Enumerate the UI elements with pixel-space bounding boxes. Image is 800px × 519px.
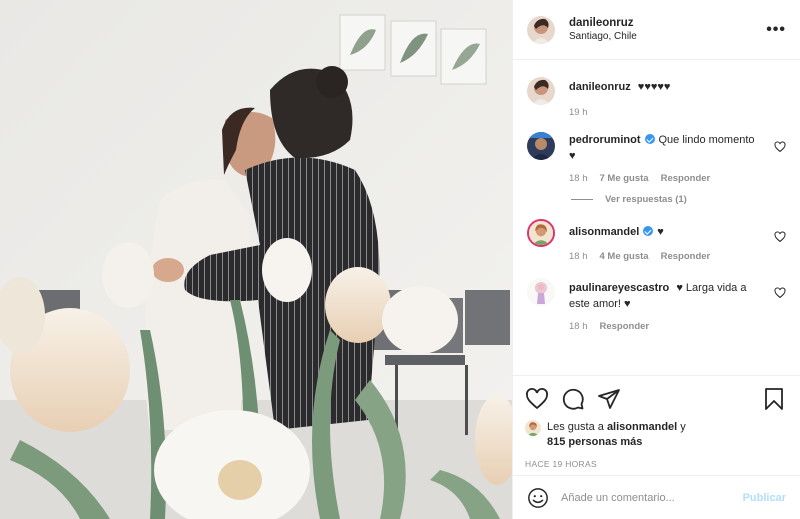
caption-time[interactable]: 19 h bbox=[569, 107, 588, 118]
heart-icon[interactable] bbox=[774, 287, 786, 299]
comment-item: alisonmandel ♥ 18 h 4 Me gusta Responder bbox=[527, 219, 786, 262]
likes-summary: Les gusta a alisonmandel y 815 personas … bbox=[525, 420, 786, 450]
instagram-post: danileonruz Santiago, Chile ••• danileon… bbox=[0, 0, 800, 519]
post-author-username[interactable]: danileonruz bbox=[569, 17, 766, 29]
likes-joiner: y bbox=[680, 421, 686, 433]
comment-likes[interactable]: 4 Me gusta bbox=[600, 251, 649, 262]
emoji-icon[interactable] bbox=[527, 487, 549, 509]
avatar[interactable] bbox=[527, 132, 555, 160]
post-location[interactable]: Santiago, Chile bbox=[569, 31, 766, 42]
add-comment-bar: Publicar bbox=[513, 475, 800, 519]
verified-icon bbox=[644, 134, 655, 144]
post-timestamp[interactable]: HACE 19 HORAS bbox=[525, 459, 786, 469]
comment-item: paulinareyescastro ♥ Larga vida a este a… bbox=[527, 278, 786, 332]
bookmark-icon[interactable] bbox=[762, 387, 786, 411]
comment-item: pedroruminot Que lindo momento ♥ 18 h 7 M… bbox=[527, 132, 786, 184]
likes-user-link[interactable]: alisonmandel bbox=[607, 421, 677, 433]
likes-prefix: Les gusta a bbox=[547, 421, 604, 433]
avatar[interactable] bbox=[527, 219, 555, 247]
publish-button[interactable]: Publicar bbox=[743, 492, 786, 504]
replies-divider bbox=[571, 199, 593, 200]
more-icon[interactable]: ••• bbox=[766, 21, 786, 39]
comment-username[interactable]: pedroruminot bbox=[569, 134, 641, 146]
comment-icon[interactable] bbox=[561, 387, 585, 411]
avatar[interactable] bbox=[527, 15, 555, 44]
reply-button[interactable]: Responder bbox=[661, 173, 711, 184]
avatar[interactable] bbox=[525, 420, 541, 436]
comment-input[interactable] bbox=[561, 491, 743, 504]
comment-username[interactable]: alisonmandel bbox=[569, 226, 639, 238]
post-actions: Les gusta a alisonmandel y 815 personas … bbox=[513, 375, 800, 469]
comment-text: ♥ bbox=[657, 226, 664, 238]
comments-list: danileonruz ♥♥♥♥♥ 19 h pedroruminot Que l… bbox=[513, 61, 800, 374]
caption-username[interactable]: danileonruz bbox=[569, 81, 631, 93]
comment-likes[interactable]: 7 Me gusta bbox=[600, 173, 649, 184]
wedding-kiss-photo bbox=[0, 0, 512, 519]
view-replies-label[interactable]: Ver respuestas (1) bbox=[605, 194, 687, 205]
comment-time[interactable]: 18 h bbox=[569, 321, 588, 332]
comment-username[interactable]: paulinareyescastro bbox=[569, 282, 669, 294]
verified-icon bbox=[643, 226, 654, 236]
heart-icon[interactable] bbox=[774, 141, 786, 153]
post-header: danileonruz Santiago, Chile ••• bbox=[513, 0, 800, 60]
post-side-panel: danileonruz Santiago, Chile ••• danileon… bbox=[512, 0, 800, 519]
heart-icon[interactable] bbox=[525, 387, 549, 411]
avatar[interactable] bbox=[527, 278, 555, 306]
heart-icon[interactable] bbox=[774, 231, 786, 243]
reply-button[interactable]: Responder bbox=[600, 321, 650, 332]
post-photo[interactable] bbox=[0, 0, 512, 519]
comment-time[interactable]: 18 h bbox=[569, 251, 588, 262]
share-icon[interactable] bbox=[597, 387, 621, 411]
comment-time[interactable]: 18 h bbox=[569, 173, 588, 184]
caption-text: ♥♥♥♥♥ bbox=[637, 81, 671, 93]
reply-button[interactable]: Responder bbox=[661, 251, 711, 262]
avatar[interactable] bbox=[527, 77, 555, 105]
view-replies-button[interactable]: Ver respuestas (1) bbox=[571, 194, 786, 205]
caption: danileonruz ♥♥♥♥♥ 19 h bbox=[527, 77, 786, 118]
likes-others-link[interactable]: 815 personas más bbox=[547, 436, 642, 448]
